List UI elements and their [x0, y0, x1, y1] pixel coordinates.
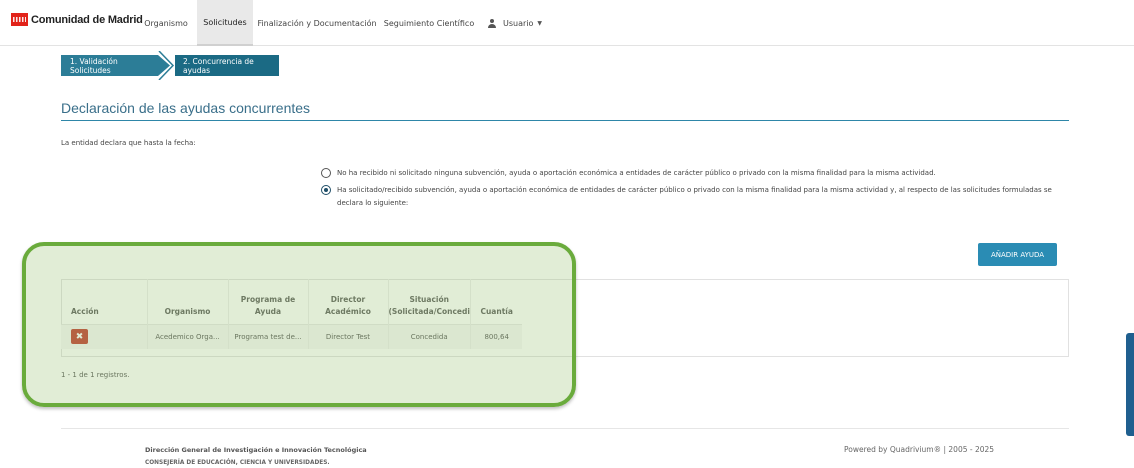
nav-item-organismo[interactable]: Organismo: [139, 0, 193, 46]
user-label: Usuario: [502, 18, 534, 28]
col-header-programa[interactable]: Programa de Ayuda: [228, 279, 309, 324]
table-row: ✖ Acedemico Orga... Programa test de... …: [61, 323, 523, 349]
footer-powered-by: Powered by Quadrivium® | 2005 - 2025: [844, 445, 995, 454]
col-header-cuantia[interactable]: Cuantía: [470, 279, 522, 324]
col-header-director-line2: Académico: [325, 306, 371, 316]
side-feedback-tab[interactable]: [1126, 333, 1134, 436]
nav-item-solicitudes[interactable]: Solicitudes: [197, 0, 253, 46]
cell-organismo: Acedemico Orga...: [147, 323, 229, 349]
brand-logo[interactable]: Comunidad de Madrid: [11, 13, 143, 26]
radio-ha-solicitado[interactable]: [321, 185, 331, 195]
declaration-intro: La entidad declara que hasta la fecha:: [61, 139, 196, 147]
col-header-programa-line2: Ayuda: [254, 306, 282, 316]
radio-no-ayudas[interactable]: [321, 168, 331, 178]
step-validacion[interactable]: 1. Validación Solicitudes: [61, 55, 158, 76]
records-count: 1 - 1 de 1 registros.: [61, 371, 130, 379]
cell-situacion: Concedida: [388, 323, 471, 349]
option-no-ayudas[interactable]: No ha recibido ni solicitado ninguna sub…: [321, 167, 936, 180]
option-no-ayudas-label: No ha recibido ni solicitado ninguna sub…: [337, 169, 936, 177]
step-concurrencia[interactable]: 2. Concurrencia de ayudas: [175, 55, 279, 76]
madrid-logo-icon: [11, 13, 28, 26]
title-divider: [61, 120, 1069, 121]
col-header-director-line1: Director: [330, 294, 366, 304]
ayudas-table: Acción Organismo Programa de Ayuda Direct…: [61, 279, 523, 349]
col-header-situacion-line2: (Solicitada/Concedi: [388, 306, 470, 316]
footer-consejeria: CONSEJERÍA DE EDUCACIÓN, CIENCIA Y UNIVE…: [145, 460, 330, 466]
user-menu[interactable]: Usuario ▼: [484, 0, 546, 46]
table-header-row: Acción Organismo Programa de Ayuda Direct…: [61, 279, 522, 324]
col-header-organismo[interactable]: Organismo: [147, 279, 229, 324]
page-title: Declaración de las ayudas concurrentes: [61, 100, 311, 116]
col-header-accion[interactable]: Acción: [61, 279, 148, 324]
footer-direccion: Dirección General de Investigación e Inn…: [145, 446, 367, 454]
add-ayuda-button[interactable]: AÑADIR AYUDA: [978, 243, 1057, 266]
col-header-director[interactable]: Director Académico: [308, 279, 389, 324]
option-ha-solicitado[interactable]: Ha solicitado/recibido subvención, ayuda…: [321, 184, 1061, 210]
col-header-situacion[interactable]: Situación (Solicitada/Concedi: [388, 279, 471, 324]
cell-director: Director Test: [308, 323, 389, 349]
delete-icon[interactable]: ✖: [71, 329, 88, 345]
option-ha-solicitado-label: Ha solicitado/recibido subvención, ayuda…: [337, 186, 1052, 207]
user-icon: [487, 18, 496, 28]
caret-down-icon: ▼: [537, 19, 543, 27]
nav-item-finalizacion[interactable]: Finalización y Documentación: [257, 0, 377, 46]
col-header-situacion-line1: Situación: [409, 294, 449, 304]
col-header-programa-line1: Programa de: [240, 294, 296, 304]
top-navbar: Comunidad de Madrid Organismo Solicitude…: [0, 0, 1134, 46]
brand-name: Comunidad de Madrid: [31, 13, 143, 26]
nav-item-seguimiento[interactable]: Seguimiento Científico: [382, 0, 476, 46]
step-separator-icon: [158, 51, 175, 80]
footer-divider: [61, 428, 1069, 429]
cell-cuantia: 800,64: [470, 323, 523, 349]
cell-programa: Programa test de...: [228, 323, 309, 349]
cell-accion: ✖: [61, 323, 148, 349]
